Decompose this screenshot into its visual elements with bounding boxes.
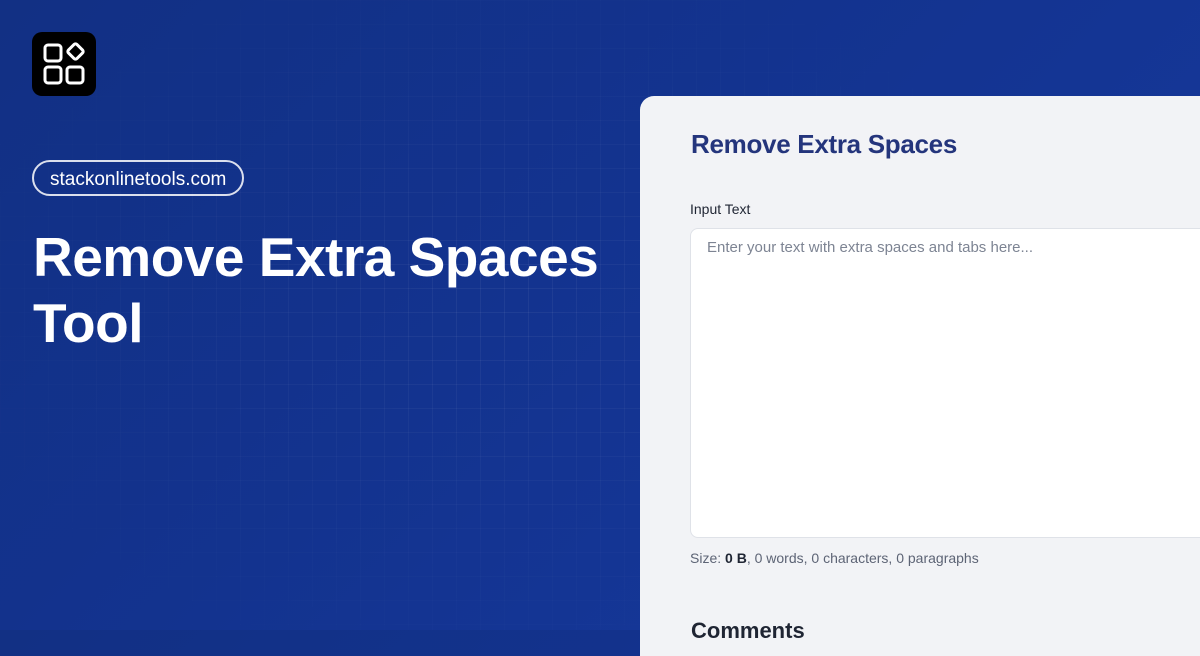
size-value: 0 B — [725, 550, 747, 566]
comments-heading: Comments — [691, 618, 805, 643]
tool-panel: Remove Extra Spaces Input Text Enter you… — [640, 96, 1200, 656]
input-textarea[interactable]: Enter your text with extra spaces and ta… — [690, 228, 1200, 538]
input-text-label: Input Text — [690, 201, 751, 217]
stats-counts: , 0 words, 0 characters, 0 paragraphs — [746, 550, 979, 566]
tool-title: Remove Extra Spaces — [691, 129, 958, 159]
hero-title: Remove Extra Spaces Tool — [33, 226, 599, 354]
site-domain-badge[interactable]: stackonlinetools.com — [32, 160, 245, 196]
text-stats: Size: 0 B, 0 words, 0 characters, 0 para… — [690, 550, 979, 566]
size-label: Size: — [690, 550, 722, 566]
brand-logo — [32, 32, 96, 96]
input-placeholder: Enter your text with extra spaces and ta… — [707, 239, 1034, 256]
shapes-grid-icon — [43, 42, 85, 85]
